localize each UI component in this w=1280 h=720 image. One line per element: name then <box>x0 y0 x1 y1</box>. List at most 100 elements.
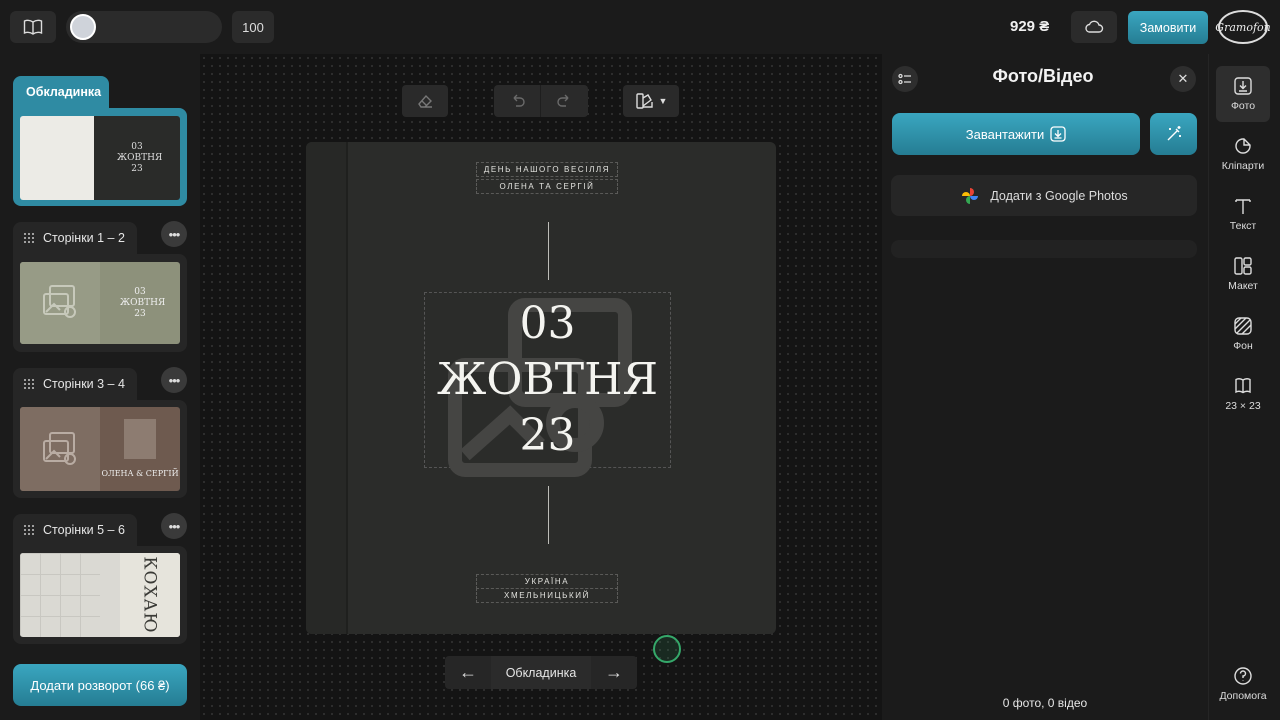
cursor-click-indicator <box>653 635 681 663</box>
drag-handle-icon[interactable] <box>23 524 35 536</box>
image-placeholder-icon <box>43 432 76 465</box>
tool-layout-label: Макет <box>1228 280 1258 292</box>
google-photos-icon <box>962 187 979 204</box>
cover-front-page: 03 ЖОВТНЯ 23 <box>94 116 180 200</box>
tool-help-label: Допомога <box>1219 690 1267 702</box>
cover-date-title[interactable]: 03 ЖОВТНЯ 23 <box>424 296 671 464</box>
cloud-save-button[interactable] <box>1071 11 1117 43</box>
spread2-thumb-names: ОЛЕНА & СЕРГІЙ <box>101 469 179 478</box>
upload-button[interactable]: Завантажити <box>892 113 1140 155</box>
arrow-left-icon: ← <box>459 662 477 682</box>
spread3-thumb-word: КОХАЮ <box>140 556 161 634</box>
date-month: ЖОВТНЯ <box>436 354 659 405</box>
add-spread-button[interactable]: Додати розворот (66 ₴) <box>13 664 187 706</box>
tool-photo[interactable]: Фото <box>1216 66 1270 122</box>
cover-top-caption-2[interactable]: ОЛЕНА ТА СЕРГІЙ <box>476 179 618 194</box>
pages-1-2-label: Сторінки 1 – 2 <box>43 231 125 245</box>
list-filter-icon <box>898 73 911 85</box>
undo-redo-group <box>494 85 588 117</box>
brand-logo[interactable]: Gramofon <box>1215 10 1271 44</box>
layout-style-dropdown[interactable]: ▼ <box>623 85 679 117</box>
undo-button[interactable] <box>495 85 541 117</box>
google-photos-label: Додати з Google Photos <box>990 188 1128 203</box>
zoom-value[interactable]: 100 <box>232 11 274 43</box>
pages-3-4-more-button[interactable]: ••• <box>161 367 187 393</box>
cover-bottom-caption-1[interactable]: УКРАЇНА <box>476 574 618 589</box>
zoom-slider-handle[interactable] <box>70 14 96 40</box>
cover-thumb-date: 03 ЖОВТНЯ 23 <box>117 141 163 174</box>
cover-back-page <box>20 116 94 200</box>
redo-icon <box>557 94 569 107</box>
book-view-button[interactable] <box>10 11 56 43</box>
pages-3-4-label: Сторінки 3 – 4 <box>43 377 125 391</box>
panel-title: Фото/Відео <box>992 66 1094 86</box>
tool-text-label: Текст <box>1229 220 1257 232</box>
tool-photo-label: Фото <box>1230 100 1256 112</box>
cover-bottom-caption-2[interactable]: ХМЕЛЬНИЦЬКИЙ <box>476 588 618 603</box>
media-count: 0 фото, 0 відео <box>1002 696 1088 710</box>
tool-book-size-label: 23 × 23 <box>1225 400 1261 412</box>
book-size-icon <box>1235 378 1251 394</box>
drag-handle-icon[interactable] <box>23 232 35 244</box>
google-photos-button[interactable]: Додати з Google Photos <box>891 175 1197 216</box>
tool-cliparts[interactable]: Кліпарти <box>1216 126 1270 182</box>
date-day: 03 <box>519 298 576 349</box>
palette-icon <box>635 93 653 109</box>
text-icon <box>1235 199 1251 214</box>
tool-help[interactable]: Допомога <box>1216 656 1270 712</box>
tool-background-label: Фон <box>1233 340 1253 352</box>
cloud-icon <box>1085 20 1104 33</box>
pages-3-4-thumbnail[interactable]: ОЛЕНА & СЕРГІЙ <box>20 407 180 491</box>
tool-layout[interactable]: Макет <box>1216 246 1270 302</box>
pages-1-2-left-page <box>20 262 100 344</box>
spread1-thumb-date: 03 ЖОВТНЯ 23 <box>120 286 166 319</box>
pages-1-2-more-button[interactable]: ••• <box>161 221 187 247</box>
pages-1-2-right-page: 03 ЖОВТНЯ 23 <box>100 262 180 344</box>
tool-text[interactable]: Текст <box>1216 186 1270 242</box>
open-book-icon <box>23 19 43 35</box>
tool-book-size[interactable]: 23 × 23 <box>1216 366 1270 422</box>
current-page-label: Обкладинка <box>491 656 591 689</box>
logo-text: Gramofon <box>1215 20 1271 34</box>
image-placeholder-icon <box>43 285 76 318</box>
tool-background[interactable]: Фон <box>1216 306 1270 362</box>
pages-3-4-tab[interactable]: Сторінки 3 – 4 <box>13 368 137 400</box>
sticker-icon <box>1235 138 1251 154</box>
media-loading-bar <box>891 240 1197 258</box>
drag-handle-icon[interactable] <box>23 378 35 390</box>
cover-divider-bottom <box>548 486 549 544</box>
magic-fill-button[interactable] <box>1150 113 1197 155</box>
pages-1-2-tab[interactable]: Сторінки 1 – 2 <box>13 222 137 254</box>
next-page-button[interactable]: → <box>591 656 637 689</box>
order-button[interactable]: Замовити <box>1128 11 1208 44</box>
pages-5-6-thumbnail[interactable]: КОХАЮ <box>20 553 180 637</box>
pages-3-4-photo-slot <box>124 419 156 459</box>
cover-divider-top <box>548 222 549 280</box>
arrow-right-icon: → <box>605 662 623 682</box>
pages-5-6-tab[interactable]: Сторінки 5 – 6 <box>13 514 137 546</box>
filter-list-button[interactable] <box>892 66 918 92</box>
help-icon <box>1234 667 1252 685</box>
layout-icon <box>1234 257 1252 275</box>
photo-upload-icon <box>1234 77 1252 95</box>
prev-page-button[interactable]: ← <box>445 656 491 689</box>
pages-5-6-more-button[interactable]: ••• <box>161 513 187 539</box>
tool-cliparts-label: Кліпарти <box>1221 160 1265 172</box>
close-panel-button[interactable]: ✕ <box>1170 66 1196 92</box>
zoom-slider[interactable] <box>66 11 222 43</box>
pages-1-2-thumbnail[interactable]: 03 ЖОВТНЯ 23 <box>20 262 180 344</box>
cover-thumbnail[interactable]: 03 ЖОВТНЯ 23 <box>20 116 180 200</box>
pages-5-6-collage-grid <box>20 553 100 637</box>
chevron-down-icon: ▼ <box>658 96 668 106</box>
download-icon <box>1050 126 1066 142</box>
background-pattern-icon <box>1234 317 1252 335</box>
cover-top-caption-1[interactable]: ДЕНЬ НАШОГО ВЕСІЛЛЯ <box>476 162 618 177</box>
date-year: 23 <box>519 410 576 461</box>
redo-button[interactable] <box>541 85 587 117</box>
album-spine <box>306 142 348 634</box>
top-bar: 100 929 ₴ Замовити Gramofon <box>0 0 1280 54</box>
cover-section-tab[interactable]: Обкладинка <box>13 76 109 108</box>
pages-5-6-label: Сторінки 5 – 6 <box>43 523 125 537</box>
undo-icon <box>513 94 525 107</box>
eraser-button[interactable] <box>402 85 448 117</box>
